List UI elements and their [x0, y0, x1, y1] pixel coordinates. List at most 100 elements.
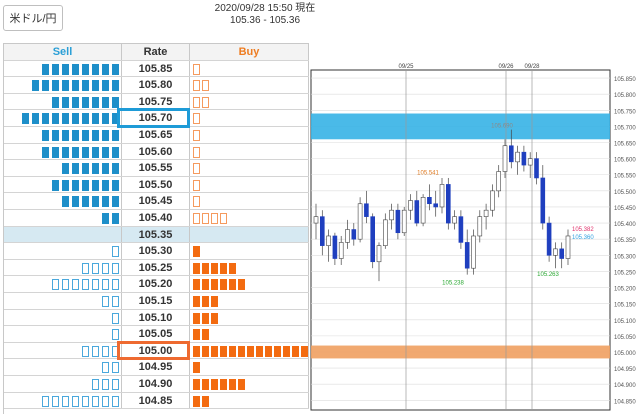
buy-volume-block — [220, 262, 227, 274]
buy-cell[interactable] — [190, 359, 309, 375]
sell-volume-block — [72, 80, 79, 92]
candle-up — [313, 216, 319, 224]
sell-cell[interactable] — [4, 359, 122, 375]
sell-volume-block — [112, 196, 119, 208]
sell-cell[interactable] — [4, 309, 122, 326]
buy-volume-block — [211, 296, 218, 307]
buy-volume-block — [274, 345, 281, 357]
sell-cell[interactable] — [4, 77, 122, 93]
order-book-row[interactable]: 105.55 — [4, 160, 309, 177]
sell-volume-block — [82, 163, 89, 175]
sell-cell[interactable] — [4, 342, 122, 359]
buy-volume-block — [193, 246, 200, 258]
buy-volume-block — [238, 345, 245, 357]
order-book-row[interactable]: 105.65 — [4, 127, 309, 144]
buy-cell[interactable] — [190, 376, 309, 392]
buy-cell[interactable] — [190, 276, 309, 292]
buy-cell[interactable] — [190, 342, 309, 359]
order-book-row[interactable]: 105.20 — [4, 276, 309, 293]
sell-cell[interactable] — [4, 293, 122, 309]
order-book-row[interactable]: 105.80 — [4, 77, 309, 94]
y-tick-label: 105.750 — [614, 109, 636, 115]
order-book-row-current[interactable]: 105.35 — [4, 226, 309, 244]
buy-cell[interactable] — [190, 60, 309, 77]
buy-cell[interactable] — [190, 93, 309, 110]
sell-cell[interactable] — [4, 143, 122, 160]
buy-cell[interactable] — [190, 160, 309, 176]
sell-volume-block-empty — [92, 345, 99, 357]
sell-volume-block-empty — [82, 262, 89, 274]
buy-cell[interactable] — [190, 259, 309, 276]
buy-cell[interactable] — [190, 226, 309, 243]
buy-cell[interactable] — [190, 143, 309, 160]
sell-volume-block — [42, 130, 49, 141]
sell-volume-block — [62, 130, 69, 141]
buy-cell[interactable] — [190, 127, 309, 143]
currency-pair-selector[interactable]: 米ドル/円 — [3, 5, 63, 31]
sell-volume-block — [32, 80, 39, 92]
sell-volume-block — [82, 80, 89, 92]
buy-rate-highlight — [117, 340, 190, 361]
buy-cell[interactable] — [190, 193, 309, 209]
buy-cell[interactable] — [190, 77, 309, 93]
sell-cell[interactable] — [4, 326, 122, 342]
rate-cell: 105.55 — [122, 160, 190, 176]
sell-cell[interactable] — [4, 127, 122, 143]
candle-down — [446, 184, 451, 224]
sell-cell[interactable] — [4, 110, 122, 126]
order-book-row[interactable]: 105.15 — [4, 293, 309, 310]
y-tick-label: 104.850 — [614, 399, 636, 405]
sell-volume-block — [62, 179, 69, 191]
sell-cell[interactable] — [4, 376, 122, 392]
candle-down — [534, 158, 539, 179]
sell-volume-block — [82, 96, 89, 108]
sell-cell[interactable] — [4, 210, 122, 226]
order-book-row[interactable]: 105.10 — [4, 309, 309, 327]
sell-volume-block-empty — [112, 296, 119, 307]
candle-up — [515, 151, 520, 163]
buy-volume-block — [202, 312, 209, 324]
sell-cell[interactable] — [4, 176, 122, 193]
sell-volume-block-empty — [82, 279, 89, 291]
rate-cell: 105.15 — [122, 293, 190, 309]
buy-cell[interactable] — [190, 309, 309, 326]
y-tick-label: 105.350 — [614, 238, 636, 244]
buy-cell[interactable] — [190, 326, 309, 342]
order-book-row[interactable]: 105.60 — [4, 143, 309, 161]
sell-volume-block — [92, 80, 99, 92]
rate-header: 2020/09/28 15:50 現在 105.36 - 105.36 — [200, 3, 330, 27]
sell-cell[interactable] — [4, 60, 122, 77]
sell-volume-block — [92, 179, 99, 191]
sell-cell[interactable] — [4, 226, 122, 243]
y-tick-label: 105.200 — [614, 287, 636, 293]
order-book-row[interactable]: 105.30 — [4, 243, 309, 260]
buy-cell[interactable] — [190, 110, 309, 126]
sell-cell[interactable] — [4, 243, 122, 259]
sell-cell[interactable] — [4, 160, 122, 176]
order-book-row[interactable]: 105.25 — [4, 259, 309, 277]
order-book-row[interactable]: 105.50 — [4, 176, 309, 194]
order-book-row[interactable]: 104.85 — [4, 392, 309, 410]
buy-cell[interactable] — [190, 243, 309, 259]
sell-cell[interactable] — [4, 392, 122, 409]
buy-volume-block — [193, 312, 200, 324]
sell-volume-block — [102, 163, 109, 175]
order-book-row[interactable]: 104.90 — [4, 376, 309, 393]
candle-up — [376, 245, 382, 263]
order-book-row[interactable]: 104.95 — [4, 359, 309, 376]
buy-cell[interactable] — [190, 176, 309, 193]
sell-cell[interactable] — [4, 276, 122, 292]
buy-volume-block-empty — [193, 213, 200, 224]
sell-volume-block — [62, 113, 69, 125]
order-book-row[interactable]: 105.40 — [4, 210, 309, 227]
sell-cell[interactable] — [4, 259, 122, 276]
order-book-row[interactable]: 105.45 — [4, 193, 309, 210]
candle-up — [527, 158, 533, 166]
buy-cell[interactable] — [190, 392, 309, 409]
sell-cell[interactable] — [4, 93, 122, 110]
order-book-row[interactable]: 105.85 — [4, 60, 309, 78]
buy-cell[interactable] — [190, 293, 309, 309]
buy-cell[interactable] — [190, 210, 309, 226]
sell-volume-block — [52, 146, 59, 158]
sell-cell[interactable] — [4, 193, 122, 209]
